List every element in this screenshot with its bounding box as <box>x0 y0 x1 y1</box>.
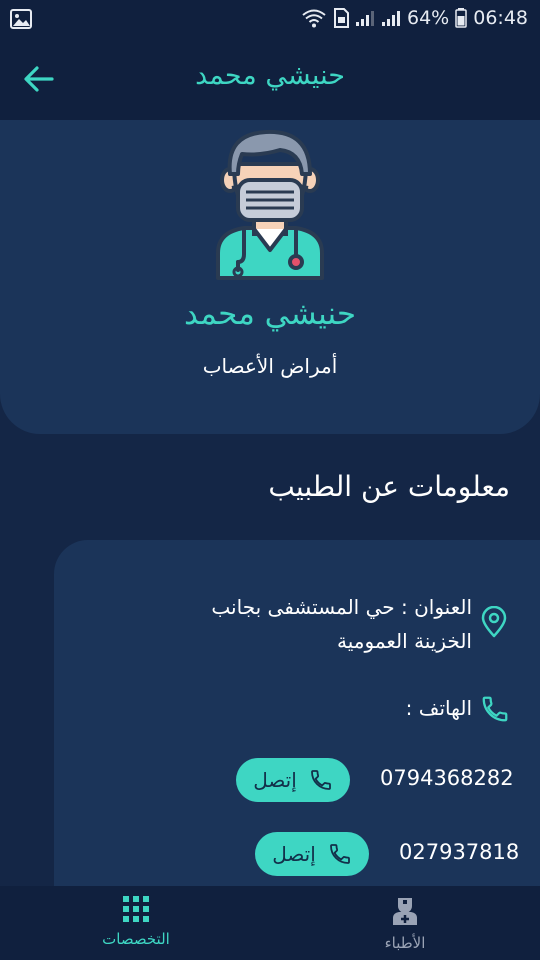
bottom-navigation: التخصصات الأطباء <box>0 886 540 960</box>
battery-icon <box>455 8 467 28</box>
phone-number: 0794368282 <box>380 766 514 790</box>
wifi-icon <box>302 9 326 28</box>
phone-icon <box>329 844 350 864</box>
doctor-profile-card: حنيشي محمد أمراض الأعصاب <box>0 120 540 434</box>
doctor-avatar-icon <box>216 129 324 280</box>
call-button-label: إتصل <box>253 768 297 792</box>
doctor-name: حنيشي محمد <box>183 296 357 332</box>
nav-label: التخصصات <box>102 930 170 948</box>
call-button[interactable]: إتصل <box>255 832 369 876</box>
doctor-info-card: العنوان : حي المستشفى بجانب الخزينة العم… <box>54 540 540 886</box>
grid-icon <box>123 896 149 922</box>
location-pin-icon <box>481 606 507 638</box>
nav-item-doctors[interactable]: الأطباء <box>335 896 475 952</box>
doctor-icon <box>393 898 417 925</box>
phone-number: 027937818 <box>399 840 520 864</box>
phone-row: 027937818 إتصل <box>54 832 540 876</box>
clock: 06:48 <box>473 7 528 29</box>
phone-row: 0794368282 إتصل <box>54 758 540 802</box>
gallery-notification-icon <box>10 9 32 29</box>
address-line-2: الخزينة العمومية <box>337 629 472 653</box>
nav-label: الأطباء <box>384 934 426 952</box>
app-bar: حنيشي محمد <box>0 38 540 120</box>
signal-icon-1 <box>356 11 374 26</box>
status-bar: 64% 06:48 <box>0 0 540 38</box>
address: العنوان : حي المستشفى بجانب الخزينة العم… <box>112 590 472 658</box>
call-button-label: إتصل <box>272 842 316 866</box>
nav-item-specialties[interactable]: التخصصات <box>66 896 206 948</box>
address-line-1: العنوان : حي المستشفى بجانب <box>211 595 472 619</box>
signal-icon-2 <box>382 11 400 26</box>
phone-icon <box>482 696 508 722</box>
doctor-specialty: أمراض الأعصاب <box>202 354 338 378</box>
battery-percent: 64% <box>407 7 450 29</box>
info-section-title: معلومات عن الطبيب <box>268 470 510 503</box>
call-button[interactable]: إتصل <box>236 758 350 802</box>
phone-icon <box>310 770 331 790</box>
phone-label: الهاتف : <box>405 696 472 720</box>
page-title: حنيشي محمد <box>195 60 345 91</box>
sim-icon <box>334 8 349 28</box>
